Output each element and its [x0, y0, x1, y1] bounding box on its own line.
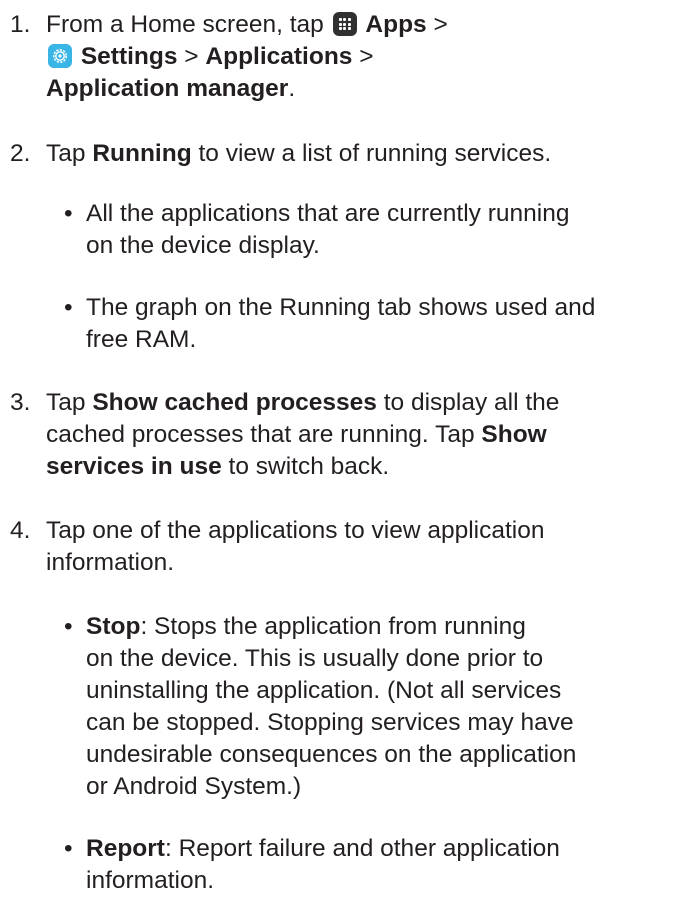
step-number: 1. — [10, 11, 31, 38]
report-label: Report — [86, 835, 165, 862]
bullet-text: on the device. This is usually done prio… — [86, 645, 544, 672]
step-text: to display all the — [383, 389, 560, 416]
application-manager-label: Application manager — [46, 75, 289, 102]
separator: > — [184, 43, 199, 70]
separator: > — [433, 11, 448, 38]
bullet-text: The graph on the Running tab shows used … — [86, 294, 596, 321]
settings-label: Settings — [80, 43, 178, 70]
step-text: to switch back. — [228, 453, 390, 480]
instructions-page: 1. From a Home screen, tap Apps > Settin… — [0, 0, 681, 894]
bullet-dot: • — [64, 835, 73, 862]
bullet-text: : Report failure and other application — [164, 835, 560, 862]
bullet-text: uninstalling the application. (Not all s… — [86, 677, 562, 704]
bullet-dot: • — [64, 200, 73, 227]
step-text: Tap — [46, 140, 86, 167]
show-services-label: services in use — [46, 453, 222, 480]
bullet-dot: • — [64, 294, 73, 321]
step-number: 3. — [10, 389, 31, 416]
separator: > — [359, 43, 374, 70]
bullet-text: : Stops the application from running — [140, 613, 526, 640]
bullet-text: undesirable consequences on the applicat… — [86, 741, 577, 768]
apps-label: Apps — [365, 11, 427, 38]
running-label: Running — [92, 140, 192, 167]
bullet-text: on the device display. — [86, 232, 320, 259]
bullet-text: or Android System.) — [86, 773, 302, 800]
step-text: Tap one of the applications to view appl… — [46, 517, 545, 544]
show-services-label: Show — [481, 421, 547, 448]
show-cached-processes-label: Show cached processes — [92, 389, 377, 416]
step-number: 2. — [10, 140, 31, 167]
period: . — [288, 75, 296, 102]
step-text: information. — [46, 549, 175, 576]
stop-label: Stop — [86, 613, 141, 640]
applications-label: Applications — [205, 43, 353, 70]
bullet-text: free RAM. — [86, 326, 197, 353]
step-number: 4. — [10, 517, 31, 544]
step-text: cached processes that are running. Tap — [46, 421, 475, 448]
bullet-dot: • — [64, 613, 73, 640]
apps-grid-icon — [332, 12, 357, 36]
bullet-text: All the applications that are currently … — [86, 200, 570, 227]
bullet-text: information. — [86, 867, 215, 894]
bullet-text: can be stopped. Stopping services may ha… — [86, 709, 574, 736]
step-text: From a Home screen, tap — [46, 11, 324, 38]
settings-gear-icon — [48, 44, 72, 68]
step-text: Tap — [46, 389, 86, 416]
step-text: to view a list of running services. — [198, 140, 552, 167]
